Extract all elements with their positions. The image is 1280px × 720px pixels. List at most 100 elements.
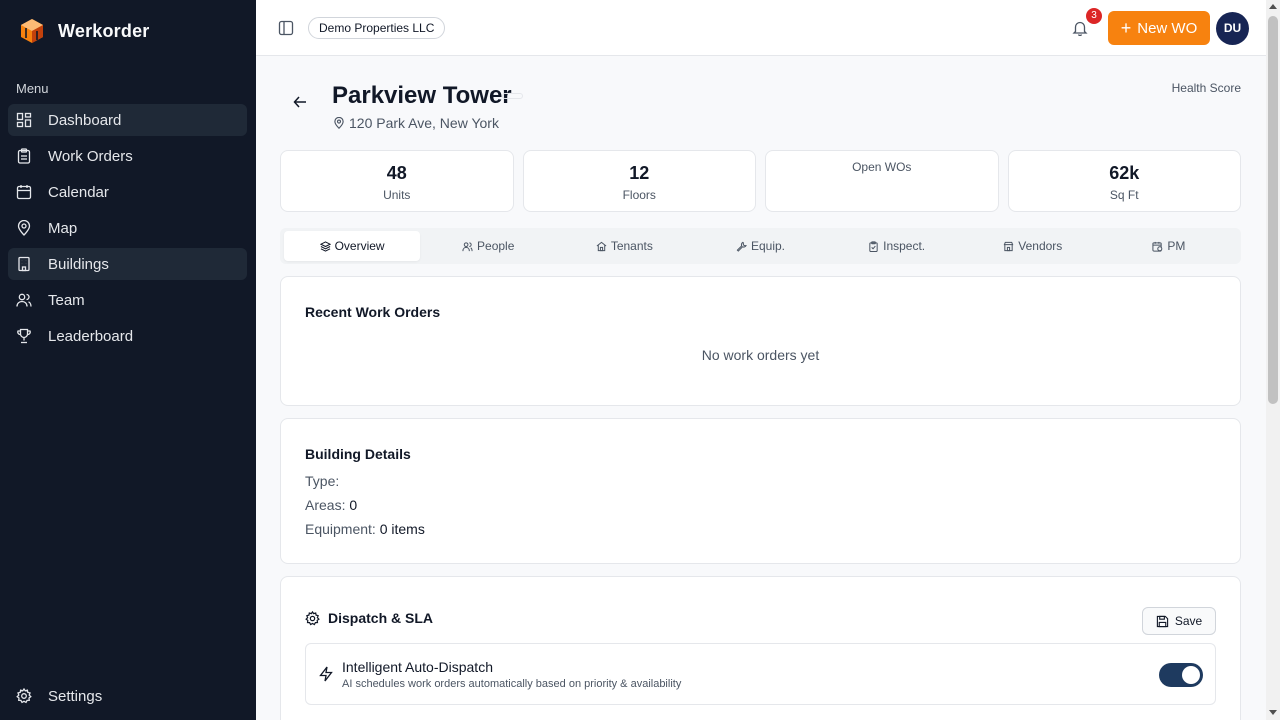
sidebar-item-leaderboard[interactable]: Leaderboard (8, 320, 247, 352)
brand[interactable]: Werkorder (20, 18, 150, 44)
lightning-icon (319, 666, 333, 682)
stat-sq-ft: 62k Sq Ft (1007, 150, 1241, 212)
sidebar-item-label: Buildings (48, 255, 109, 273)
sidebar-item-map[interactable]: Map (8, 212, 247, 244)
logo-icon (21, 19, 43, 43)
sidebar-item-label: Work Orders (48, 147, 133, 165)
save-icon (1156, 615, 1168, 627)
new-wo-label: New WO (1137, 19, 1198, 37)
trophy-icon (17, 328, 31, 344)
tab-label: Inspect. (883, 239, 926, 253)
stat-floors: 12 Floors (522, 150, 756, 212)
users-icon (16, 293, 32, 307)
page-scrollbar[interactable] (1266, 0, 1280, 720)
settings-label: Settings (48, 687, 103, 705)
avatar[interactable]: DU (1216, 12, 1249, 45)
sidebar-item-team[interactable]: Team (8, 284, 247, 316)
card-header: Dispatch & SLA (305, 610, 433, 626)
stats-row: 48 Units 12 Floors Open WOs 62k Sq Ft (280, 150, 1241, 212)
tab-label: Equip. (750, 239, 785, 253)
stat-open-wos: Open WOs (765, 150, 999, 212)
tab-label: Vendors (1018, 239, 1063, 253)
detail-key: Areas: (305, 497, 346, 513)
building-address: 120 Park Ave, New York (333, 115, 499, 131)
tab-label: Overview (334, 239, 385, 253)
page-title: Parkview Tower (332, 82, 512, 109)
stat-label: Sq Ft (1109, 188, 1139, 202)
layers-icon (319, 240, 331, 252)
scroll-thumb[interactable] (1268, 16, 1278, 404)
detail-equipment: Equipment: 0 items (305, 521, 425, 537)
notification-badge: 3 (1086, 8, 1102, 24)
detail-areas: Areas: 0 (305, 497, 357, 513)
map-pin-icon (17, 220, 31, 236)
scroll-down-arrow-icon[interactable] (1269, 710, 1277, 715)
card-title: Building Details (305, 446, 411, 462)
sidebar-item-label: Calendar (48, 183, 109, 201)
tab-pm[interactable]: PM (1101, 231, 1237, 261)
tab-people[interactable]: People (420, 231, 556, 261)
stat-units: 48 Units (280, 150, 514, 212)
home-icon (596, 241, 607, 251)
auto-dispatch-row: Intelligent Auto-Dispatch AI schedules w… (305, 643, 1216, 705)
stat-label: Units (383, 188, 411, 202)
dispatch-sla-card: Dispatch & SLA Save Intelligent Auto-Dis… (280, 576, 1241, 720)
back-arrow-icon[interactable] (292, 94, 308, 110)
tab-vendors[interactable]: Vendors (965, 231, 1101, 261)
building-icon (18, 256, 30, 272)
tab-label: Tenants (610, 239, 653, 253)
new-wo-button[interactable]: + New WO (1108, 11, 1210, 45)
building-details-card: Building Details Type: Areas: 0 Equipmen… (280, 418, 1241, 564)
wrench-icon (736, 241, 747, 252)
stat-value: 48 (386, 163, 407, 183)
tab-inspections[interactable]: Inspect. (829, 231, 965, 261)
stat-value: 62k (1109, 163, 1140, 183)
empty-state: No work orders yet (701, 347, 820, 363)
recent-work-orders-card: Recent Work Orders No work orders yet (280, 276, 1241, 406)
sidebar-item-buildings[interactable]: Buildings (8, 248, 247, 280)
detail-type: Type: (305, 473, 339, 489)
tab-label: PM (1167, 239, 1186, 253)
auto-dispatch-toggle[interactable] (1159, 663, 1203, 687)
org-selector[interactable]: Demo Properties LLC (308, 17, 446, 39)
top-header: Demo Properties LLC 3 + New WO DU (256, 0, 1266, 56)
calendar-icon (16, 185, 32, 200)
clipboard-icon (17, 148, 31, 164)
building-tabs: Overview People Tenants Equip. Inspect. … (280, 228, 1241, 264)
tab-tenants[interactable]: Tenants (556, 231, 692, 261)
detail-key: Type: (305, 473, 340, 489)
detail-value: 0 items (379, 521, 425, 537)
sidebar-item-label: Map (48, 219, 78, 237)
sidebar-nav: Dashboard Work Orders Calendar Map Build… (8, 104, 247, 356)
plus-icon: + (1120, 18, 1132, 38)
sidebar-item-dashboard[interactable]: Dashboard (8, 104, 247, 136)
detail-value: 0 (349, 497, 358, 513)
save-label: Save (1174, 614, 1203, 628)
tab-equipment[interactable]: Equip. (692, 231, 828, 261)
card-title: Dispatch & SLA (328, 610, 434, 626)
auto-dispatch-title: Intelligent Auto-Dispatch (342, 659, 493, 675)
bell-icon[interactable] (1072, 20, 1088, 36)
status-badge (502, 93, 523, 99)
map-pin-icon (334, 117, 344, 129)
address-text: 120 Park Ave, New York (349, 115, 499, 131)
tab-overview[interactable]: Overview (284, 231, 421, 261)
stat-value: 12 (629, 163, 650, 183)
sidebar-item-settings[interactable]: Settings (16, 680, 102, 712)
scroll-up-arrow-icon[interactable] (1269, 4, 1277, 9)
sidebar-toggle-icon[interactable] (278, 20, 294, 36)
sidebar-item-work-orders[interactable]: Work Orders (8, 140, 247, 172)
gear-icon (16, 688, 32, 704)
sidebar: Werkorder Menu Dashboard Work Orders Cal… (0, 0, 256, 720)
save-button[interactable]: Save (1142, 607, 1216, 635)
card-title: Recent Work Orders (305, 304, 441, 320)
users-icon (462, 241, 473, 251)
gear-icon (305, 610, 320, 625)
sidebar-item-label: Leaderboard (48, 327, 134, 345)
sidebar-item-label: Team (48, 291, 85, 309)
tab-label: People (477, 239, 515, 253)
sidebar-item-calendar[interactable]: Calendar (8, 176, 247, 208)
sidebar-item-label: Dashboard (48, 111, 122, 129)
store-icon (1003, 241, 1014, 251)
stat-label: Floors (622, 188, 656, 202)
